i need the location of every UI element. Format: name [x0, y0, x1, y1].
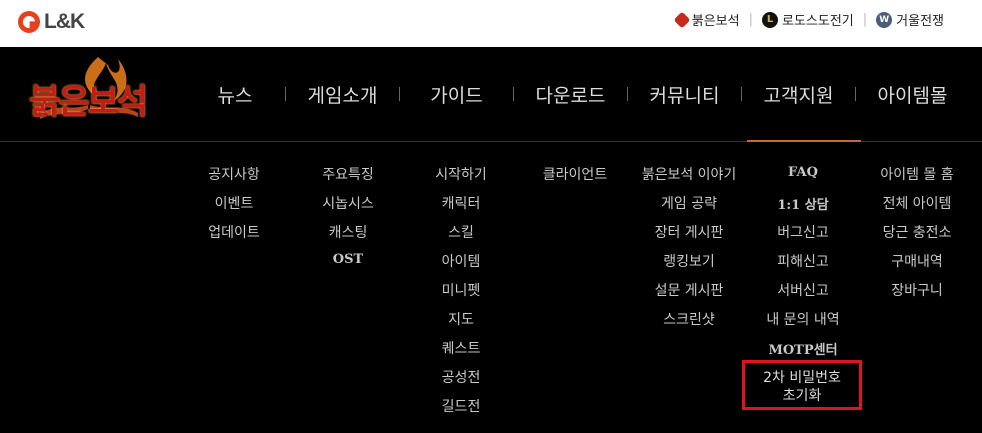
lodoss-icon: L	[762, 11, 778, 28]
menu-intro-synopsis[interactable]: 시놉시스	[322, 193, 374, 213]
nav-game-intro[interactable]: 게임소개	[286, 81, 399, 108]
ruby-icon	[673, 11, 691, 28]
menu-guide-item[interactable]: 아이템	[442, 251, 481, 271]
util-divider: |	[862, 12, 868, 27]
nav-support[interactable]: 고객지원	[742, 81, 855, 108]
game-logo-text: 붉은보석	[28, 82, 148, 122]
menu-label-line2: 초기화	[782, 388, 822, 404]
menu-mall-home[interactable]: 아이템 몰 홈	[880, 164, 953, 184]
menu-guide-minipet[interactable]: 미니펫	[442, 280, 481, 300]
menu-community-story[interactable]: 붉은보석 이야기	[642, 164, 737, 184]
menu-support-damage[interactable]: 피해신고	[777, 251, 829, 271]
menu-news-event[interactable]: 이벤트	[215, 193, 254, 213]
menu-support-my-inquiries[interactable]: 내 문의 내역	[766, 309, 839, 329]
menu-guide-map[interactable]: 지도	[448, 309, 474, 329]
nav-guide[interactable]: 가이드	[400, 81, 513, 108]
nav-community[interactable]: 커뮤니티	[628, 81, 741, 108]
menu-community-survey[interactable]: 설문 게시판	[655, 280, 724, 300]
menu-guide-quest[interactable]: 퀘스트	[442, 338, 481, 358]
menu-news-update[interactable]: 업데이트	[208, 222, 260, 242]
util-link-redstone[interactable]: 붉은보석	[673, 10, 740, 29]
menu-support-bug[interactable]: 버그신고	[777, 222, 829, 242]
menu-guide-start[interactable]: 시작하기	[435, 164, 487, 184]
nav-active-indicator	[747, 140, 861, 142]
util-link-label: 로도스도전기	[782, 14, 854, 29]
menu-guide-siege[interactable]: 공성전	[442, 367, 481, 387]
top-bar: L&K 붉은보석 | L 로도스도전기 | W 거울전쟁	[0, 0, 982, 47]
menu-support-server[interactable]: 서버신고	[777, 280, 829, 300]
lk-brand-logo[interactable]: L&K	[18, 10, 85, 34]
menu-support-motp[interactable]: MOTP센터	[768, 339, 837, 358]
util-link-label: 거울전쟁	[896, 14, 944, 29]
menu-news-notice[interactable]: 공지사항	[208, 164, 260, 184]
menu-label-line1: 2차 비밀번호	[763, 370, 841, 386]
nav-news[interactable]: 뉴스	[185, 81, 285, 108]
util-link-label: 붉은보석	[691, 14, 740, 29]
menu-guide-skill[interactable]: 스킬	[448, 222, 474, 242]
menu-support-1on1[interactable]: 1:1 상담	[777, 194, 828, 213]
menu-community-ranking[interactable]: 랭킹보기	[663, 251, 715, 271]
menu-intro-features[interactable]: 주요특징	[322, 164, 374, 184]
util-link-lodoss[interactable]: L 로도스도전기	[762, 10, 854, 29]
menu-support-faq[interactable]: FAQ	[788, 165, 818, 180]
main-header: 붉은보석 뉴스 게임소개 가이드 다운로드 커뮤니티 고객지원 아이템몰	[0, 47, 982, 142]
lk-logo-icon	[18, 11, 40, 33]
menu-community-market[interactable]: 장터 게시판	[655, 222, 724, 242]
menu-guide-guildwar[interactable]: 길드전	[442, 396, 481, 416]
menu-support-2nd-password-reset[interactable]: 2차 비밀번호 초기화	[763, 369, 841, 405]
menu-community-strategy[interactable]: 게임 공략	[661, 193, 717, 213]
menu-mall-purchase-history[interactable]: 구매내역	[891, 251, 943, 271]
menu-intro-ost[interactable]: OST	[333, 252, 363, 267]
menu-community-screenshot[interactable]: 스크린샷	[663, 309, 715, 329]
menu-intro-casting[interactable]: 캐스팅	[329, 222, 368, 242]
game-links: 붉은보석 | L 로도스도전기 | W 거울전쟁	[673, 10, 944, 29]
util-divider: |	[748, 12, 753, 27]
game-logo[interactable]: 붉은보석	[10, 53, 165, 137]
menu-mall-all-items[interactable]: 전체 아이템	[883, 193, 952, 213]
nav-download[interactable]: 다운로드	[514, 81, 627, 108]
menu-mall-cart[interactable]: 장바구니	[891, 280, 943, 300]
brand-name: L&K	[44, 10, 85, 33]
menu-download-client[interactable]: 클라이언트	[543, 164, 607, 184]
main-nav: 뉴스 게임소개 가이드 다운로드 커뮤니티 고객지원 아이템몰	[185, 47, 969, 141]
nav-item-mall[interactable]: 아이템몰	[856, 81, 969, 108]
winter-icon: W	[876, 11, 893, 28]
menu-guide-character[interactable]: 캐릭터	[442, 193, 481, 213]
menu-mall-carrot-charge[interactable]: 당근 충전소	[883, 222, 952, 242]
util-link-mirrorwar[interactable]: W 거울전쟁	[876, 10, 944, 29]
